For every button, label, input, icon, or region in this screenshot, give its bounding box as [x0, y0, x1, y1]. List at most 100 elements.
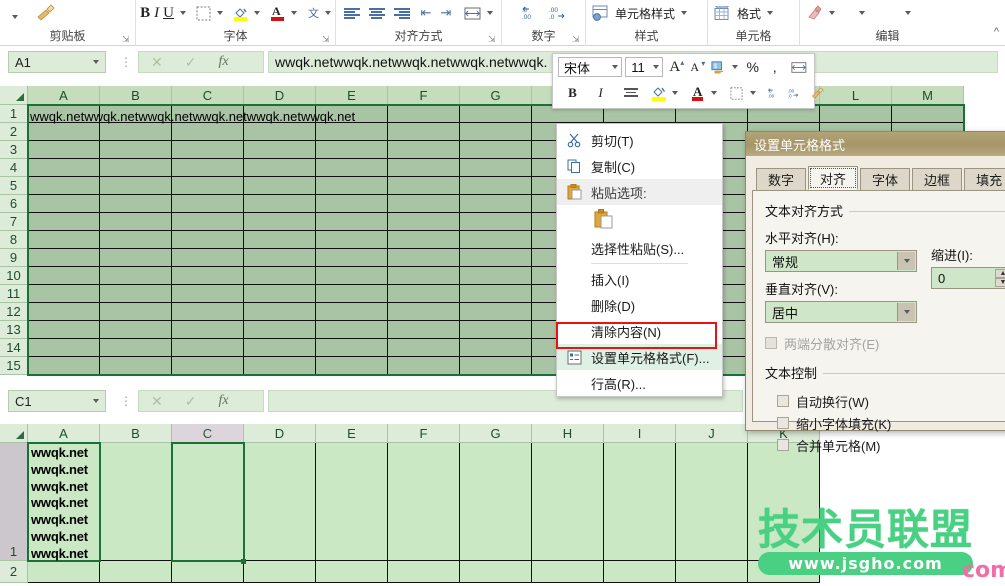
decrease-indent-icon[interactable]: ⇤	[421, 2, 432, 24]
cell-E12[interactable]	[316, 303, 388, 321]
context-menu-item-row-height[interactable]: 行高(R)...	[557, 370, 722, 396]
cell-F12[interactable]	[388, 303, 460, 321]
merge-cells-icon[interactable]	[789, 56, 809, 78]
format-cells-dialog[interactable]: 设置单元格格式 数字 对齐 字体 边框 填充 文本对齐方式 水平对齐(H): 常…	[745, 131, 1005, 431]
cell-E6[interactable]	[316, 195, 388, 213]
cell-A12[interactable]	[28, 303, 100, 321]
column-header-F[interactable]: F	[388, 424, 460, 443]
cell-B10[interactable]	[100, 267, 172, 285]
accounting-format-icon[interactable]: $	[709, 56, 727, 78]
cell-A2[interactable]	[28, 561, 100, 583]
cell-B5[interactable]	[100, 177, 172, 195]
cell-E2[interactable]	[316, 561, 388, 583]
tab-font[interactable]: 字体	[860, 168, 910, 190]
cell-I2[interactable]	[604, 561, 676, 583]
cell-F2[interactable]	[388, 561, 460, 583]
column-header-H[interactable]: H	[532, 424, 604, 443]
cell-E7[interactable]	[316, 213, 388, 231]
row-header-3[interactable]: 3	[0, 141, 28, 159]
cell-G1[interactable]	[460, 105, 532, 123]
cell-G3[interactable]	[460, 141, 532, 159]
row-header-13[interactable]: 13	[0, 321, 28, 339]
cell-A5[interactable]	[28, 177, 100, 195]
tab-alignment[interactable]: 对齐	[808, 166, 858, 190]
cell-styles-label[interactable]: 单元格样式	[615, 5, 675, 22]
cell-G15[interactable]	[460, 357, 532, 375]
cell-D8[interactable]	[244, 231, 316, 249]
font-color-chevron-down-icon-mini[interactable]	[711, 91, 717, 95]
cell-C10[interactable]	[172, 267, 244, 285]
cell-C14[interactable]	[172, 339, 244, 357]
cell-B2[interactable]	[100, 123, 172, 141]
cell-context-menu[interactable]: 剪切(T) 复制(C) 粘贴选项: 选择性粘贴(S)... 插入(I)	[556, 123, 723, 397]
cancel-edit-icon-bottom[interactable]: ✕	[151, 393, 163, 410]
row-header-1[interactable]: 1	[0, 443, 28, 561]
cell-H1[interactable]	[532, 443, 604, 561]
cell-E14[interactable]	[316, 339, 388, 357]
column-header-B[interactable]: B	[100, 424, 172, 443]
vertical-align-dropdown[interactable]: 居中	[765, 301, 917, 323]
cell-G4[interactable]	[460, 159, 532, 177]
bold-icon-mini[interactable]: B	[564, 82, 581, 104]
row-header-11[interactable]: 11	[0, 285, 28, 303]
cell-I1[interactable]	[604, 443, 676, 561]
comma-style-icon[interactable]: ,	[766, 56, 783, 78]
tab-border[interactable]: 边框	[912, 168, 962, 190]
format-label[interactable]: 格式	[737, 5, 761, 22]
cell-E13[interactable]	[316, 321, 388, 339]
clipboard-dialog-launcher[interactable]: ⇲	[122, 35, 131, 44]
grow-font-icon[interactable]: A ▴	[666, 56, 683, 78]
cell-D5[interactable]	[244, 177, 316, 195]
fill-color-icon-mini[interactable]	[650, 82, 667, 104]
confirm-edit-icon-top[interactable]: ✓	[185, 54, 197, 71]
column-header-E[interactable]: E	[316, 424, 388, 443]
font-color-icon[interactable]: A	[270, 2, 285, 24]
cell-D1[interactable]	[244, 443, 316, 561]
cell-C15[interactable]	[172, 357, 244, 375]
cell-styles-icon[interactable]	[592, 2, 609, 24]
column-header-E[interactable]: E	[316, 86, 388, 105]
cell-E5[interactable]	[316, 177, 388, 195]
cell-B13[interactable]	[100, 321, 172, 339]
cell-B6[interactable]	[100, 195, 172, 213]
context-menu-item-delete[interactable]: 删除(D)	[557, 292, 722, 318]
cell-C1[interactable]	[172, 443, 244, 561]
cell-E10[interactable]	[316, 267, 388, 285]
font-name-field[interactable]: 宋体	[558, 57, 622, 77]
cell-G1[interactable]	[460, 443, 532, 561]
font-name-chevron-down-icon[interactable]	[612, 65, 618, 69]
underline-chevron-down-icon[interactable]	[180, 11, 186, 15]
column-header-B[interactable]: B	[100, 86, 172, 105]
cell-E8[interactable]	[316, 231, 388, 249]
row-header-2[interactable]: 2	[0, 561, 28, 583]
align-left-icon[interactable]	[344, 2, 360, 24]
fill-color-chevron-down-icon[interactable]	[254, 11, 260, 15]
indent-spin-down-icon[interactable]: ▼	[995, 278, 1005, 287]
cell-D10[interactable]	[244, 267, 316, 285]
font-size-field[interactable]: 11	[625, 57, 663, 77]
cell-J1[interactable]	[676, 443, 748, 561]
cell-C2[interactable]	[172, 561, 244, 583]
cell-A2[interactable]	[28, 123, 100, 141]
decrease-decimal-icon-mini[interactable]: .00 .0	[785, 82, 802, 104]
cell-F1[interactable]	[388, 105, 460, 123]
column-header-F[interactable]: F	[388, 86, 460, 105]
cell-G7[interactable]	[460, 213, 532, 231]
name-box-top-chevron-down-icon[interactable]	[93, 60, 99, 64]
cell-G13[interactable]	[460, 321, 532, 339]
column-header-M[interactable]: M	[892, 86, 964, 105]
cell-D13[interactable]	[244, 321, 316, 339]
column-header-C[interactable]: C	[172, 86, 244, 105]
row-header-1[interactable]: 1	[0, 105, 28, 123]
cell-C7[interactable]	[172, 213, 244, 231]
cell-D14[interactable]	[244, 339, 316, 357]
tab-number[interactable]: 数字	[756, 168, 806, 190]
row-header-14[interactable]: 14	[0, 339, 28, 357]
cell-E11[interactable]	[316, 285, 388, 303]
cell-C11[interactable]	[172, 285, 244, 303]
borders-chevron-down-icon[interactable]	[217, 11, 223, 15]
cell-A13[interactable]	[28, 321, 100, 339]
percent-style-icon[interactable]: %	[744, 56, 761, 78]
context-menu-item-format-cells[interactable]: 设置单元格格式(F)...	[557, 344, 722, 370]
cell-F10[interactable]	[388, 267, 460, 285]
